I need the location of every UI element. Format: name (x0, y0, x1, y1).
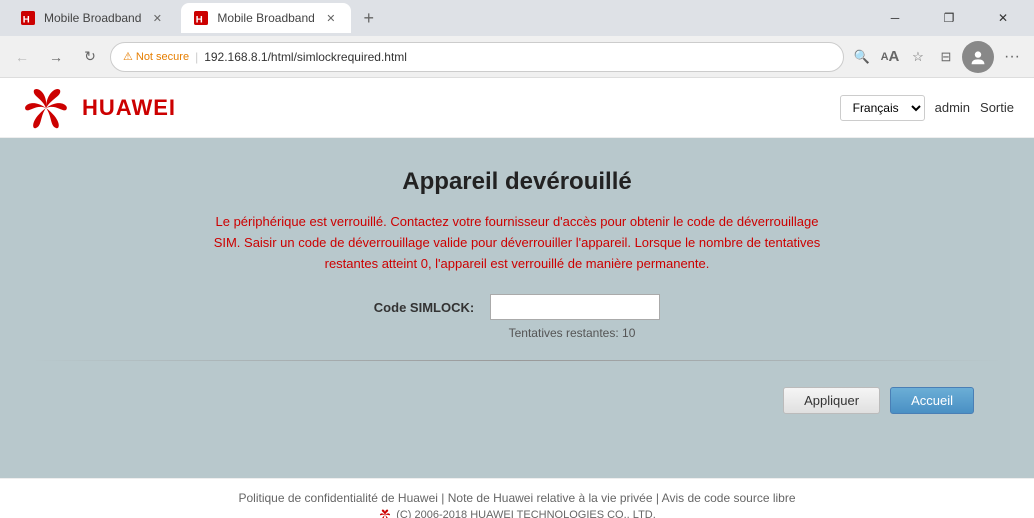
footer-links: Politique de confidentialité de Huawei |… (12, 491, 1022, 505)
svg-text:H: H (196, 14, 203, 25)
security-label: Not secure (136, 51, 189, 63)
new-tab-button[interactable]: + (355, 4, 383, 32)
title-bar: H Mobile Broadband ✕ H Mobile Broadband … (0, 0, 1034, 36)
attempts-value: 10 (622, 326, 635, 340)
huawei-logo-icon (20, 86, 72, 130)
page-content: HUAWEI Français English Deutsch admin So… (0, 78, 1034, 518)
logout-button[interactable]: Sortie (980, 100, 1014, 115)
collections-icon[interactable]: ⊟ (934, 45, 958, 69)
huawei-brand-text: HUAWEI (82, 95, 176, 121)
more-button[interactable]: ··· (998, 43, 1026, 71)
privacy-policy-link[interactable]: Politique de confidentialité de Huawei (238, 491, 437, 505)
back-button[interactable]: ← (8, 43, 36, 71)
minimize-button[interactable]: ─ (872, 3, 918, 33)
page-title: Appareil devérouillé (30, 158, 1004, 196)
address-bar: ← → ↻ ⚠ Not secure | 192.168.8.1/html/si… (0, 36, 1034, 78)
security-warning: ⚠ Not secure (123, 50, 189, 63)
divider (30, 360, 1004, 361)
button-row: Appliquer Accueil (30, 377, 1004, 424)
language-selector[interactable]: Français English Deutsch (840, 95, 925, 121)
tab-1[interactable]: H Mobile Broadband ✕ (8, 3, 177, 33)
simlock-input-row: Code SIMLOCK: (374, 294, 660, 320)
attempts-label: Tentatives restantes: (509, 326, 622, 340)
forward-button[interactable]: → (42, 43, 70, 71)
footer-copyright: (C) 2006-2018 HUAWEI TECHNOLOGIES CO., L… (12, 509, 1022, 518)
simlock-form: Code SIMLOCK: Tentatives restantes: 10 (30, 294, 1004, 340)
huawei-logo: HUAWEI (20, 86, 176, 130)
simlock-label: Code SIMLOCK: (374, 300, 474, 315)
svg-text:H: H (23, 14, 30, 25)
tab-2-close[interactable]: ✕ (323, 10, 339, 26)
tab-1-close[interactable]: ✕ (149, 10, 165, 26)
simlock-input[interactable] (490, 294, 660, 320)
refresh-button[interactable]: ↻ (76, 43, 104, 71)
read-mode-icon[interactable]: AA (878, 45, 902, 69)
home-button[interactable]: Accueil (890, 387, 974, 414)
copyright-text: (C) 2006-2018 HUAWEI TECHNOLOGIES CO., L… (396, 509, 656, 518)
tab-1-favicon: H (20, 10, 36, 26)
page-footer: Politique de confidentialité de Huawei |… (0, 478, 1034, 518)
tab-2[interactable]: H Mobile Broadband ✕ (181, 3, 350, 33)
warning-icon: ⚠ (123, 50, 133, 63)
restore-button[interactable]: ❐ (926, 3, 972, 33)
tab-1-title: Mobile Broadband (44, 11, 141, 25)
privacy-note-link[interactable]: Note de Huawei relative à la vie privée (448, 491, 653, 505)
header-username: admin (935, 100, 970, 115)
footer-huawei-icon (378, 509, 392, 518)
close-button[interactable]: ✕ (980, 3, 1026, 33)
address-field[interactable]: ⚠ Not secure | 192.168.8.1/html/simlockr… (110, 42, 844, 72)
apply-button[interactable]: Appliquer (783, 387, 880, 414)
tab-2-favicon: H (193, 10, 209, 26)
search-icon[interactable]: 🔍 (850, 45, 874, 69)
huawei-header: HUAWEI Français English Deutsch admin So… (0, 78, 1034, 138)
tab-2-title: Mobile Broadband (217, 11, 314, 25)
open-source-link[interactable]: Avis de code source libre (662, 491, 796, 505)
browser-frame: H Mobile Broadband ✕ H Mobile Broadband … (0, 0, 1034, 518)
profile-button[interactable] (962, 41, 994, 73)
toolbar-icons: 🔍 AA ☆ ⊟ ··· (850, 41, 1026, 73)
address-text: 192.168.8.1/html/simlockrequired.html (204, 50, 407, 64)
main-content-area: Appareil devérouillé Le périphérique est… (0, 138, 1034, 478)
header-right: Français English Deutsch admin Sortie (840, 95, 1014, 121)
warning-message: Le périphérique est verrouillé. Contacte… (207, 212, 827, 274)
attempts-row: Tentatives restantes: 10 (509, 326, 636, 340)
window-controls: ─ ❐ ✕ (872, 3, 1026, 33)
favorites-icon[interactable]: ☆ (906, 45, 930, 69)
